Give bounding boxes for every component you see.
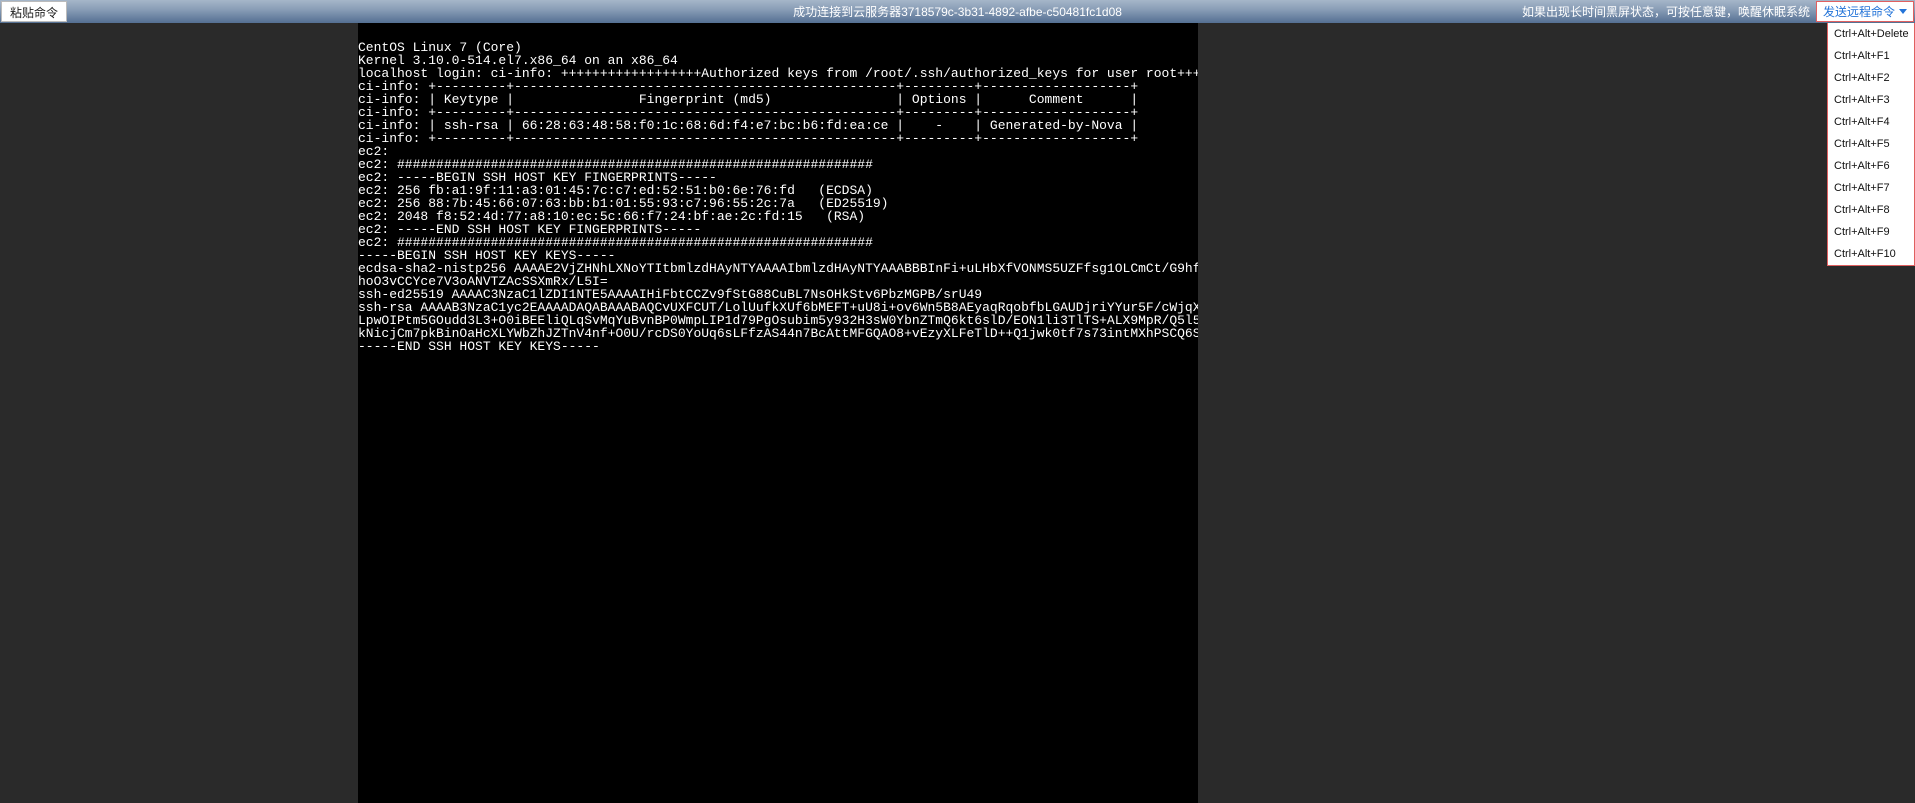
- wake-tip-text: 如果出现长时间黑屏状态，可按任意键，唤醒休眠系统: [1522, 3, 1810, 20]
- dropdown-item-ctrl-alt-f2[interactable]: Ctrl+Alt+F2: [1828, 67, 1914, 89]
- connection-status-text: 成功连接到云服务器3718579c-3b31-4892-afbe-c50481f…: [793, 3, 1122, 20]
- dropdown-item-ctrl-alt-f5[interactable]: Ctrl+Alt+F5: [1828, 133, 1914, 155]
- top-toolbar: 粘贴命令 成功连接到云服务器3718579c-3b31-4892-afbe-c5…: [0, 0, 1915, 23]
- dropdown-item-ctrl-alt-f4[interactable]: Ctrl+Alt+F4: [1828, 111, 1914, 133]
- dropdown-item-ctrl-alt-f9[interactable]: Ctrl+Alt+F9: [1828, 221, 1914, 243]
- dropdown-item-ctrl-alt-f10[interactable]: Ctrl+Alt+F10: [1828, 243, 1914, 265]
- terminal-line: -----END SSH HOST KEY KEYS-----: [358, 340, 1198, 353]
- send-remote-command-label: 发送远程命令: [1823, 3, 1895, 20]
- terminal-line: ci-info: +---------+--------------------…: [358, 132, 1198, 145]
- paste-command-button[interactable]: 粘贴命令: [1, 1, 67, 22]
- send-remote-command-button[interactable]: 发送远程命令: [1816, 1, 1914, 22]
- dropdown-item-ctrl-alt-f6[interactable]: Ctrl+Alt+F6: [1828, 155, 1914, 177]
- dropdown-item-ctrl-alt-f8[interactable]: Ctrl+Alt+F8: [1828, 199, 1914, 221]
- dropdown-item-ctrl-alt-f1[interactable]: Ctrl+Alt+F1: [1828, 45, 1914, 67]
- dropdown-item-ctrl-alt-f7[interactable]: Ctrl+Alt+F7: [1828, 177, 1914, 199]
- terminal-console[interactable]: CentOS Linux 7 (Core)Kernel 3.10.0-514.e…: [358, 23, 1198, 803]
- remote-command-dropdown: Ctrl+Alt+Delete Ctrl+Alt+F1 Ctrl+Alt+F2 …: [1827, 23, 1915, 266]
- dropdown-item-ctrl-alt-delete[interactable]: Ctrl+Alt+Delete: [1828, 23, 1914, 45]
- dropdown-item-ctrl-alt-f3[interactable]: Ctrl+Alt+F3: [1828, 89, 1914, 111]
- caret-down-icon: [1899, 9, 1907, 14]
